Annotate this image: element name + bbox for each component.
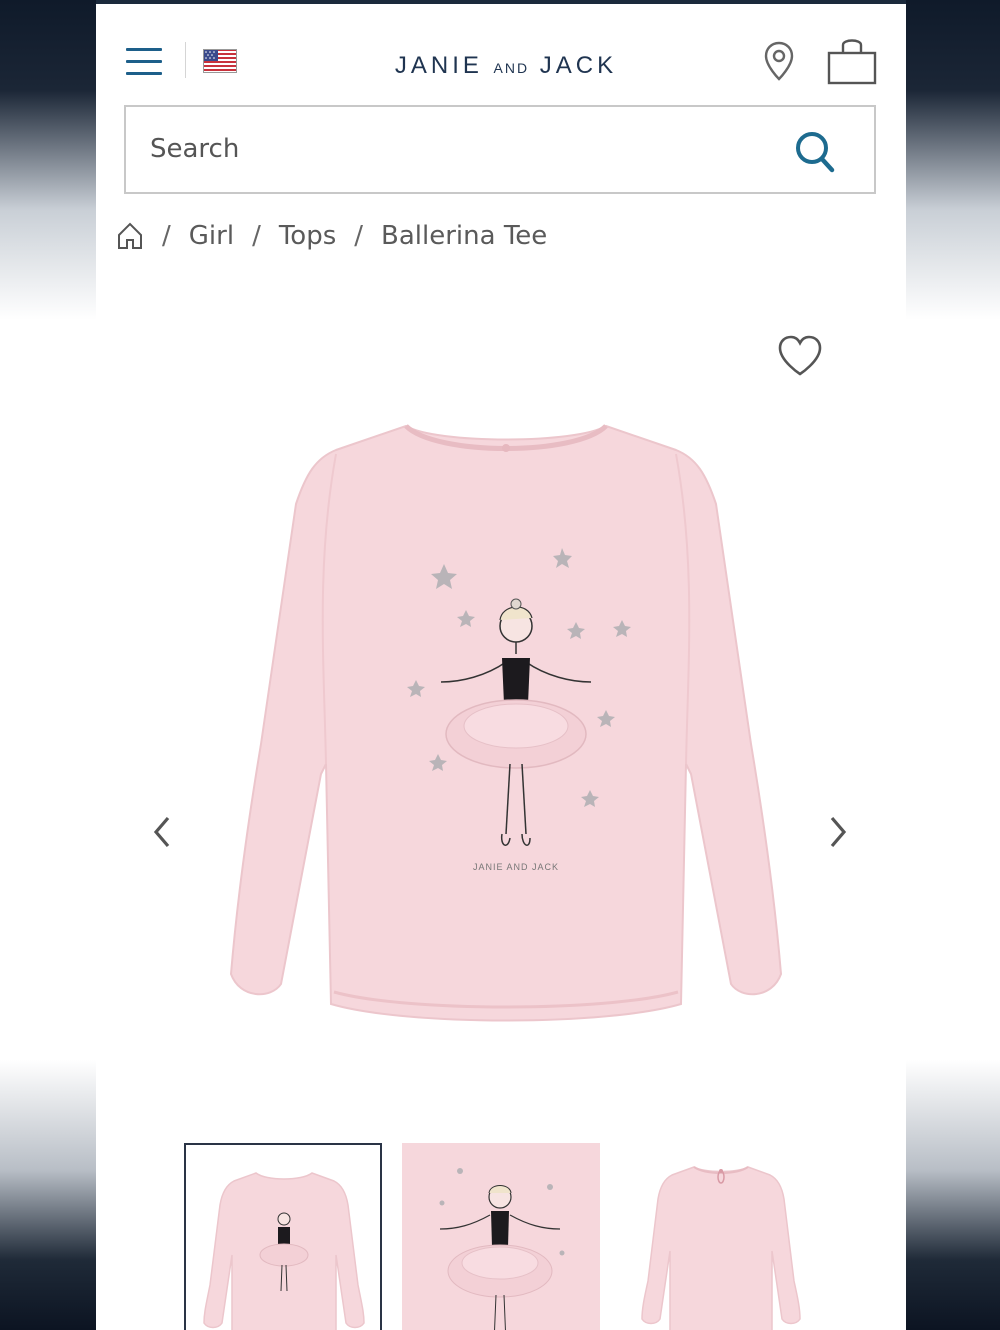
header-divider [185, 42, 186, 78]
breadcrumb-item-girl[interactable]: Girl [189, 221, 234, 251]
thumbnail-back-image [641, 1166, 801, 1330]
product-thumbnails [184, 1143, 824, 1330]
product-image-carousel: JANIE AND JACK [96, 304, 906, 1124]
product-main-image[interactable]: JANIE AND JACK [176, 414, 836, 1054]
us-flag-icon[interactable] [203, 49, 237, 73]
brand-logo[interactable]: JANIE AND JACK [336, 52, 676, 80]
hamburger-icon-line [126, 60, 162, 63]
brand-logo-word-and: AND [493, 60, 530, 76]
brand-logo-word-1: JANIE [394, 52, 483, 79]
search-input[interactable] [150, 129, 750, 169]
thumbnail-front[interactable] [184, 1143, 382, 1330]
thumbnail-front-image [203, 1172, 365, 1330]
search-bar [124, 105, 876, 194]
site-header: JANIE AND JACK [96, 8, 906, 104]
breadcrumb-item-tops[interactable]: Tops [279, 221, 336, 251]
mobile-page: JANIE AND JACK / Girl / Tops / Ballerina… [96, 0, 906, 1330]
chevron-left-icon[interactable] [148, 812, 176, 852]
home-icon[interactable] [116, 221, 144, 251]
thumbnail-detail-image [402, 1143, 600, 1330]
shopping-bag-icon[interactable] [826, 36, 878, 86]
product-print-brand: JANIE AND JACK [473, 862, 559, 872]
breadcrumb: / Girl / Tops / Ballerina Tee [116, 216, 547, 256]
breadcrumb-separator: / [252, 221, 261, 251]
hamburger-menu-button[interactable] [126, 48, 162, 80]
breadcrumb-separator: / [162, 221, 171, 251]
brand-logo-word-2: JACK [539, 52, 618, 79]
hamburger-icon-line [126, 72, 162, 75]
hamburger-icon [126, 48, 162, 51]
map-pin-icon[interactable] [762, 40, 796, 82]
thumbnail-back[interactable] [622, 1143, 820, 1330]
breadcrumb-separator: / [354, 221, 364, 251]
heart-icon[interactable] [776, 334, 824, 378]
breadcrumb-item-current: Ballerina Tee [381, 221, 548, 251]
thumbnail-detail[interactable] [402, 1143, 600, 1330]
search-icon[interactable] [794, 129, 836, 173]
